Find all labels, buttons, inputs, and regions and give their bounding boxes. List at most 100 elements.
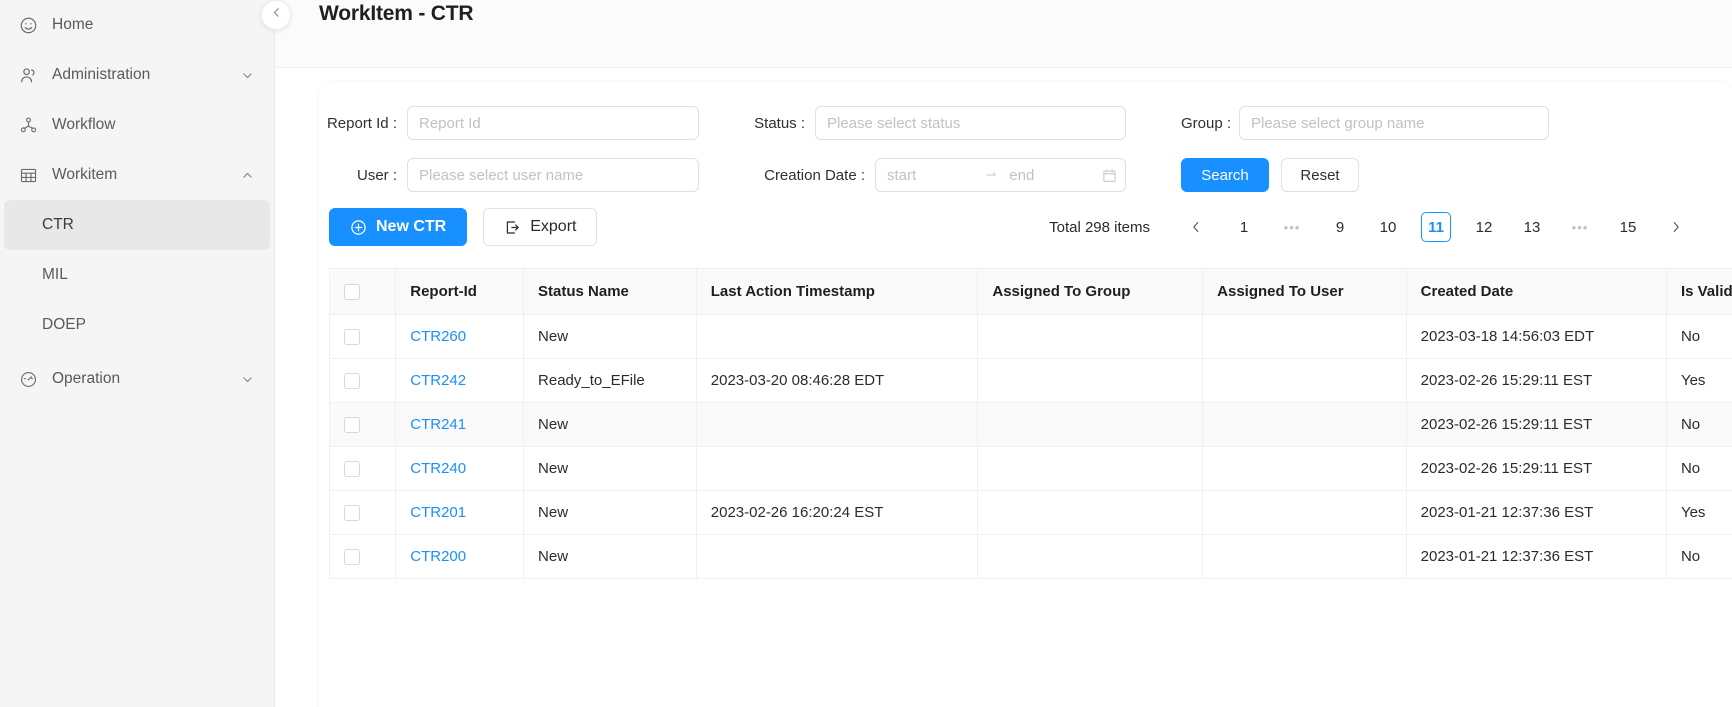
date-range-separator-icon: ⇀ bbox=[985, 167, 997, 182]
cell-assigned-to-group bbox=[977, 490, 1204, 535]
plus-circle-icon bbox=[350, 219, 367, 236]
pagination-page-15[interactable]: 15 bbox=[1613, 212, 1643, 242]
cell-status-name: New bbox=[523, 534, 697, 579]
sidebar-item-workflow[interactable]: Workflow bbox=[0, 100, 274, 150]
user-select[interactable]: Please select user name bbox=[407, 158, 699, 192]
cell-report-id: CTR242 bbox=[395, 358, 525, 403]
pagination-page-10[interactable]: 10 bbox=[1373, 212, 1403, 242]
group-label: Group : bbox=[1181, 114, 1232, 132]
users-icon bbox=[18, 65, 38, 85]
pagination-next-button[interactable] bbox=[1661, 212, 1691, 242]
sidebar: Home Administration Workflow Workitem CT… bbox=[0, 0, 275, 707]
row-checkbox[interactable] bbox=[344, 505, 360, 522]
pagination-page-13[interactable]: 13 bbox=[1517, 212, 1547, 242]
pagination-ellipsis-left[interactable]: ••• bbox=[1277, 212, 1307, 242]
cell-last-action-timestamp bbox=[696, 446, 979, 491]
table-row[interactable]: CTR242 Ready_to_EFile 2023-03-20 08:46:2… bbox=[328, 358, 1732, 403]
row-select-cell bbox=[328, 446, 397, 491]
row-checkbox[interactable] bbox=[344, 417, 360, 434]
chevron-down-icon[interactable] bbox=[240, 68, 254, 82]
cell-last-action-timestamp bbox=[696, 534, 979, 579]
date-range-end-input[interactable]: end bbox=[1009, 167, 1095, 184]
creation-date-range-picker[interactable]: start ⇀ end bbox=[875, 158, 1126, 192]
pagination-prev-button[interactable] bbox=[1181, 212, 1211, 242]
cell-last-action-timestamp: 2023-02-26 16:20:24 EST bbox=[696, 490, 979, 535]
select-all-checkbox[interactable] bbox=[344, 284, 360, 301]
main-content: WorkItem - CTR Report Id : Report Id Sta… bbox=[275, 0, 1732, 707]
chevron-down-icon[interactable] bbox=[240, 372, 254, 386]
column-header-is-valid[interactable]: Is Valid bbox=[1666, 268, 1732, 315]
search-form-row-1: Report Id : Report Id Status : Please se… bbox=[319, 106, 1732, 140]
chevron-up-icon[interactable] bbox=[240, 168, 254, 182]
report-id-link[interactable]: CTR240 bbox=[410, 460, 466, 477]
cell-assigned-to-user bbox=[1202, 446, 1407, 491]
report-id-link[interactable]: CTR200 bbox=[410, 548, 466, 565]
pagination-page-1[interactable]: 1 bbox=[1229, 212, 1259, 242]
table-row[interactable]: CTR241 New 2023-02-26 15:29:11 EST No bbox=[328, 402, 1732, 447]
search-button[interactable]: Search bbox=[1181, 158, 1269, 192]
group-select[interactable]: Please select group name bbox=[1239, 106, 1549, 140]
cell-is-valid: Yes bbox=[1666, 490, 1732, 535]
cell-last-action-timestamp: 2023-03-20 08:46:28 EDT bbox=[696, 358, 979, 403]
table-row[interactable]: CTR240 New 2023-02-26 15:29:11 EST No bbox=[328, 446, 1732, 491]
report-id-link[interactable]: CTR242 bbox=[410, 372, 466, 389]
cell-is-valid: No bbox=[1666, 446, 1732, 491]
workflow-node-icon bbox=[18, 115, 38, 135]
column-header-report-id[interactable]: Report-Id bbox=[395, 268, 525, 315]
new-ctr-label: New CTR bbox=[376, 218, 447, 235]
cell-created-date: 2023-03-18 14:56:03 EDT bbox=[1406, 314, 1667, 359]
report-id-input[interactable]: Report Id bbox=[407, 106, 699, 140]
table-grid-icon bbox=[18, 165, 38, 185]
new-ctr-button[interactable]: New CTR bbox=[329, 208, 468, 246]
content-card: Report Id : Report Id Status : Please se… bbox=[319, 82, 1732, 707]
column-header-last-action-timestamp[interactable]: Last Action Timestamp bbox=[696, 268, 979, 315]
sidebar-item-home[interactable]: Home bbox=[0, 0, 274, 50]
sidebar-item-mil[interactable]: MIL bbox=[4, 250, 270, 300]
cell-report-id: CTR240 bbox=[395, 446, 525, 491]
column-header-assigned-to-user[interactable]: Assigned To User bbox=[1202, 268, 1407, 315]
pagination-ellipsis-right[interactable]: ••• bbox=[1565, 212, 1595, 242]
report-id-link[interactable]: CTR241 bbox=[410, 416, 466, 433]
row-checkbox[interactable] bbox=[344, 461, 360, 478]
row-checkbox[interactable] bbox=[344, 373, 360, 390]
sidebar-item-workitem[interactable]: Workitem bbox=[0, 150, 274, 200]
table-row[interactable]: CTR201 New 2023-02-26 16:20:24 EST 2023-… bbox=[328, 490, 1732, 535]
row-select-cell bbox=[328, 490, 397, 535]
sidebar-collapse-button[interactable] bbox=[261, 0, 291, 30]
chevron-left-icon bbox=[270, 6, 283, 24]
dashboard-gauge-icon bbox=[18, 369, 38, 389]
column-header-created-date[interactable]: Created Date bbox=[1406, 268, 1667, 315]
cell-is-valid: Yes bbox=[1666, 358, 1732, 403]
pagination-page-12[interactable]: 12 bbox=[1469, 212, 1499, 242]
column-header-assigned-to-group[interactable]: Assigned To Group bbox=[977, 268, 1204, 315]
sidebar-item-label: Workitem bbox=[52, 166, 118, 183]
report-id-link[interactable]: CTR260 bbox=[410, 328, 466, 345]
sidebar-item-ctr[interactable]: CTR bbox=[4, 200, 270, 250]
sidebar-item-doep[interactable]: DOEP bbox=[4, 300, 270, 350]
row-checkbox[interactable] bbox=[344, 329, 360, 346]
cell-created-date: 2023-02-26 15:29:11 EST bbox=[1406, 402, 1667, 447]
export-arrow-icon bbox=[504, 219, 521, 236]
date-range-start-input[interactable]: start bbox=[887, 167, 973, 184]
sidebar-item-administration[interactable]: Administration bbox=[0, 50, 274, 100]
user-label: User : bbox=[356, 166, 397, 184]
row-select-cell bbox=[328, 314, 397, 359]
creation-date-label: Creation Date : bbox=[764, 166, 865, 184]
reset-button[interactable]: Reset bbox=[1281, 158, 1359, 192]
cell-assigned-to-user bbox=[1202, 490, 1407, 535]
export-button[interactable]: Export bbox=[483, 208, 598, 246]
table-row[interactable]: CTR200 New 2023-01-21 12:37:36 EST No bbox=[328, 534, 1732, 579]
status-select[interactable]: Please select status bbox=[815, 106, 1126, 140]
row-checkbox[interactable] bbox=[344, 549, 360, 566]
sidebar-item-operation[interactable]: Operation bbox=[0, 354, 274, 404]
column-header-status-name[interactable]: Status Name bbox=[523, 268, 697, 315]
cell-created-date: 2023-01-21 12:37:36 EST bbox=[1406, 490, 1667, 535]
sidebar-subitem-label: DOEP bbox=[42, 316, 86, 333]
pagination-page-9[interactable]: 9 bbox=[1325, 212, 1355, 242]
table-row[interactable]: CTR260 New 2023-03-18 14:56:03 EDT No bbox=[328, 314, 1732, 359]
field-user: User : Please select user name bbox=[319, 158, 699, 192]
table-toolbar: New CTR Export Total 298 items 1 ••• 9 1… bbox=[319, 196, 1732, 246]
page-header: WorkItem - CTR bbox=[275, 0, 1732, 48]
report-id-link[interactable]: CTR201 bbox=[410, 504, 466, 521]
pagination-page-11[interactable]: 11 bbox=[1421, 212, 1451, 242]
